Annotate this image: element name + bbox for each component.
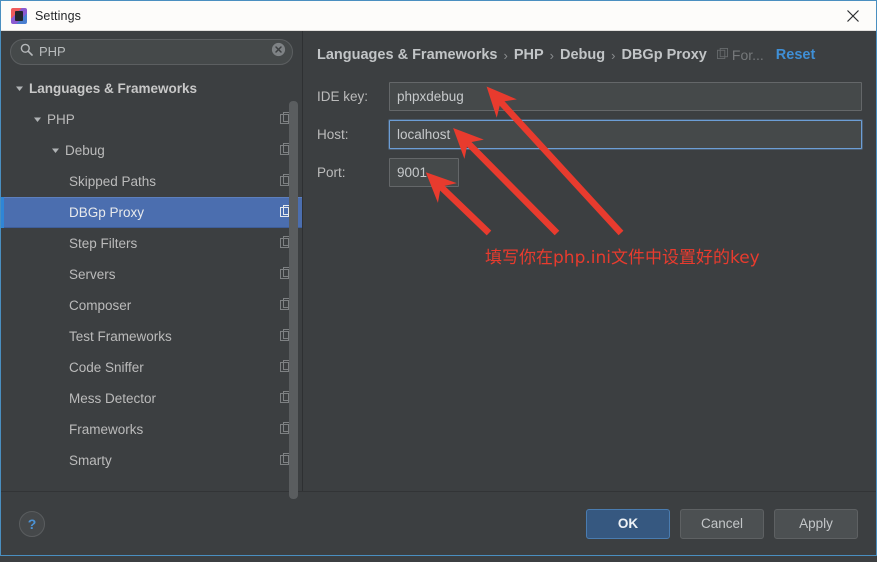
sidebar-item-php[interactable]: PHP xyxy=(1,104,302,135)
host-row: Host: localhost xyxy=(317,119,862,149)
apply-button[interactable]: Apply xyxy=(774,508,858,539)
host-input[interactable]: localhost xyxy=(389,119,862,149)
search-value: PHP xyxy=(39,44,66,59)
sidebar-item-label: Smarty xyxy=(69,453,112,468)
ok-button[interactable]: OK xyxy=(586,508,670,539)
port-row: Port: 9001 xyxy=(317,157,862,187)
sidebar-item-label: Mess Detector xyxy=(69,391,157,406)
sidebar-item-label: Skipped Paths xyxy=(69,174,157,189)
copy-icon xyxy=(716,46,728,64)
port-input[interactable]: 9001 xyxy=(389,157,459,187)
sidebar-item-label: Code Sniffer xyxy=(69,360,144,375)
settings-sidebar: PHP Languages & Frameworks PHP Debug Ski… xyxy=(1,31,303,499)
chevron-down-icon[interactable] xyxy=(49,146,62,155)
sidebar-item-label: Frameworks xyxy=(69,422,144,437)
sidebar-item-label: Composer xyxy=(69,298,132,313)
dialog-body: PHP Languages & Frameworks PHP Debug Ski… xyxy=(1,31,876,499)
dialog-footer: ? OK Cancel Apply xyxy=(1,491,876,555)
breadcrumb-item-languages-frameworks[interactable]: Languages & Frameworks xyxy=(317,47,498,63)
sidebar-item-label: Languages & Frameworks xyxy=(29,81,198,96)
ide-key-input[interactable]: phpxdebug xyxy=(389,81,862,111)
sidebar-item-label: Servers xyxy=(69,267,116,282)
reset-link[interactable]: Reset xyxy=(776,47,816,63)
settings-dialog: Settings PHP Languages & Frameworks PHP … xyxy=(0,0,877,556)
sidebar-item-debug[interactable]: Debug xyxy=(1,135,302,166)
breadcrumb-separator: › xyxy=(549,47,555,63)
sidebar-item-composer[interactable]: Composer xyxy=(1,290,302,321)
phpstorm-icon xyxy=(11,7,27,24)
sidebar-item-frameworks[interactable]: Frameworks xyxy=(1,414,302,445)
breadcrumb-item-php[interactable]: PHP xyxy=(514,47,544,63)
cancel-button[interactable]: Cancel xyxy=(680,508,764,539)
sidebar-item-servers[interactable]: Servers xyxy=(1,259,302,290)
sidebar-item-dbgp-proxy[interactable]: DBGp Proxy xyxy=(1,197,302,228)
title-bar: Settings xyxy=(1,1,876,31)
settings-tree: Languages & Frameworks PHP Debug Skipped… xyxy=(1,71,302,491)
sidebar-item-label: DBGp Proxy xyxy=(69,205,145,220)
breadcrumb-separator: › xyxy=(503,47,508,63)
sidebar-item-label: PHP xyxy=(47,112,75,127)
search-input[interactable]: PHP xyxy=(10,39,293,65)
sidebar-item-label: Test Frameworks xyxy=(69,329,172,344)
host-value: localhost xyxy=(397,126,451,142)
host-label: Host: xyxy=(317,126,349,142)
window-title: Settings xyxy=(35,8,81,23)
chevron-down-icon[interactable] xyxy=(31,115,44,124)
sidebar-item-smarty[interactable]: Smarty xyxy=(1,445,302,476)
breadcrumb: Languages & Frameworks › PHP › Debug › D… xyxy=(317,31,862,71)
ide-key-row: IDE key: phpxdebug xyxy=(317,81,862,111)
clear-circle-icon[interactable] xyxy=(271,42,286,62)
sidebar-scrollbar-thumb[interactable] xyxy=(289,101,298,499)
sidebar-item-label: Debug xyxy=(65,143,105,158)
sidebar-item-label: Step Filters xyxy=(69,236,138,251)
close-icon[interactable] xyxy=(830,1,876,30)
port-label: Port: xyxy=(317,164,346,180)
dbgp-proxy-form: IDE key: phpxdebug Host: localhost Port:… xyxy=(317,81,862,187)
help-question-icon[interactable]: ? xyxy=(19,510,45,537)
sidebar-item-mess-detector[interactable]: Mess Detector xyxy=(1,383,302,414)
sidebar-item-code-sniffer[interactable]: Code Sniffer xyxy=(1,352,302,383)
port-value: 9001 xyxy=(397,164,428,180)
breadcrumb-separator: › xyxy=(611,47,616,63)
search-container: PHP xyxy=(1,31,302,71)
breadcrumb-item-debug[interactable]: Debug xyxy=(560,47,605,63)
sidebar-item-step-filters[interactable]: Step Filters xyxy=(1,228,302,259)
chevron-down-icon[interactable] xyxy=(13,84,26,93)
settings-content-panel: Languages & Frameworks › PHP › Debug › D… xyxy=(303,31,876,491)
breadcrumb-extra-label: For... xyxy=(731,47,764,63)
search-icon xyxy=(20,43,33,61)
sidebar-item-test-frameworks[interactable]: Test Frameworks xyxy=(1,321,302,352)
ide-key-value: phpxdebug xyxy=(397,88,464,104)
ide-key-label: IDE key: xyxy=(317,88,369,104)
sidebar-item-skipped-paths[interactable]: Skipped Paths xyxy=(1,166,302,197)
sidebar-item-languages-frameworks[interactable]: Languages & Frameworks xyxy=(1,73,302,104)
breadcrumb-item-dbgp-proxy[interactable]: DBGp Proxy xyxy=(621,47,706,63)
